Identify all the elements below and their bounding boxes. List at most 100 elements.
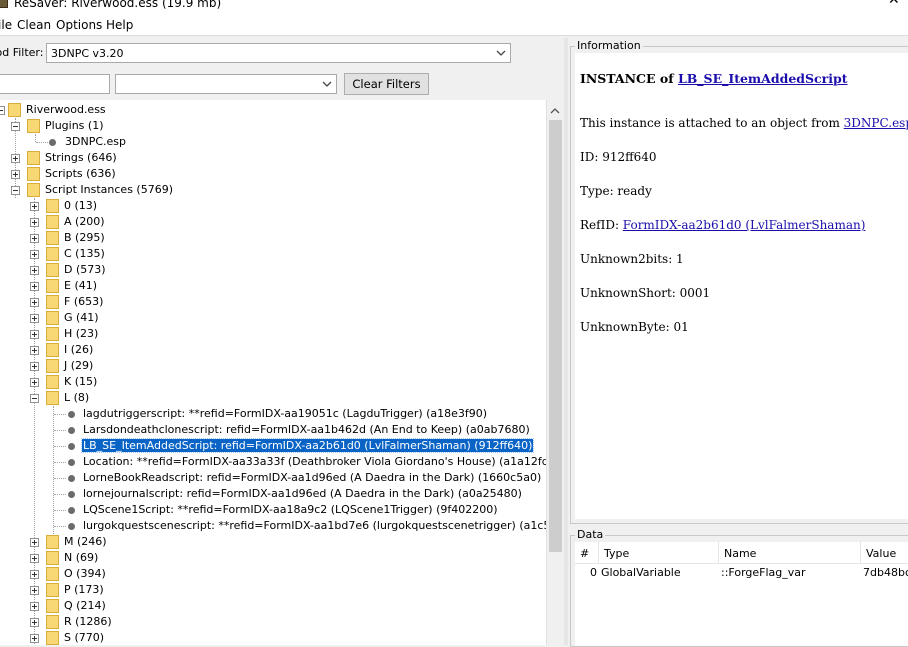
cell-index[interactable]: 0 bbox=[575, 566, 597, 582]
plugin-link[interactable]: 3DNPC.esp bbox=[844, 116, 908, 130]
information-panel: Information INSTANCE of LB_SE_ItemAddedS… bbox=[570, 39, 908, 524]
column-header-index[interactable]: # bbox=[575, 542, 599, 564]
tree-row-group[interactable]: F (653) bbox=[0, 294, 546, 310]
menu-clean[interactable]: Clean bbox=[17, 18, 51, 32]
tree-label: Larsdondeathclonescript: refid=FormIDX-a… bbox=[83, 423, 530, 436]
tree-row-group[interactable]: O (394) bbox=[0, 566, 546, 582]
tree-label: lagdutriggerscript: **refid=FormIDX-aa19… bbox=[83, 407, 488, 420]
expand-icon[interactable] bbox=[30, 330, 39, 339]
expand-icon[interactable] bbox=[30, 538, 39, 547]
expand-icon[interactable] bbox=[30, 634, 39, 643]
bullet-icon bbox=[68, 411, 75, 418]
folder-icon bbox=[27, 119, 40, 133]
tree-row-group[interactable]: B (295) bbox=[0, 230, 546, 246]
tree-row-strings[interactable]: Strings (646) bbox=[0, 150, 546, 166]
expand-icon[interactable] bbox=[30, 234, 39, 243]
collapse-icon[interactable] bbox=[11, 122, 20, 131]
search-input[interactable] bbox=[0, 74, 110, 94]
menu-file[interactable]: File bbox=[0, 18, 12, 32]
folder-icon bbox=[27, 167, 40, 181]
tree-row-group[interactable]: G (41) bbox=[0, 310, 546, 326]
tree-row-group[interactable]: P (173) bbox=[0, 582, 546, 598]
close-icon[interactable]: ✕ bbox=[888, 0, 900, 8]
title-bar: ReSaver: Riverwood.ess (19.9 mb) ✕ bbox=[0, 0, 908, 14]
expand-icon[interactable] bbox=[30, 346, 39, 355]
panel-splitter[interactable] bbox=[564, 38, 568, 645]
tree-scrollbar[interactable] bbox=[546, 100, 564, 645]
tree-row-group[interactable]: I (26) bbox=[0, 342, 546, 358]
tree-row-group[interactable]: H (23) bbox=[0, 326, 546, 342]
expand-icon[interactable] bbox=[30, 378, 39, 387]
script-link[interactable]: LB_SE_ItemAddedScript bbox=[678, 71, 848, 86]
tree-label: F (653) bbox=[64, 295, 104, 308]
tree-row-group[interactable]: N (69) bbox=[0, 550, 546, 566]
tree-row-scripts[interactable]: Scripts (636) bbox=[0, 166, 546, 182]
tree-row-group[interactable]: J (29) bbox=[0, 358, 546, 374]
tree-row-script-instance[interactable]: LQScene1Script: **refid=FormIDX-aa18a9c2… bbox=[0, 502, 546, 518]
tree-row-plugins[interactable]: Plugins (1) bbox=[0, 118, 546, 134]
mod-filter-combo[interactable]: 3DNPC v3.20 bbox=[46, 43, 511, 63]
tree-row-plugin-file[interactable]: 3DNPC.esp bbox=[0, 134, 546, 150]
cell-name[interactable]: ::ForgeFlag_var bbox=[721, 566, 861, 582]
tree-row-group[interactable]: K (15) bbox=[0, 374, 546, 390]
tree-row-group[interactable]: D (573) bbox=[0, 262, 546, 278]
expand-icon[interactable] bbox=[30, 570, 39, 579]
tree-row-script-instances[interactable]: Script Instances (5769) bbox=[0, 182, 546, 198]
expand-icon[interactable] bbox=[30, 586, 39, 595]
chevron-down-icon[interactable] bbox=[492, 44, 510, 62]
tree-row-script-instance[interactable]: LorneBookReadscript: refid=FormIDX-aa1d9… bbox=[0, 470, 546, 486]
tree-row-script-instance[interactable]: lornejournalscript: refid=FormIDX-aa1d96… bbox=[0, 486, 546, 502]
cell-value[interactable]: 7db48bc0 bbox=[863, 566, 908, 582]
tree-row-group-l[interactable]: L (8) bbox=[0, 390, 546, 406]
tree-row-group[interactable]: 0 (13) bbox=[0, 198, 546, 214]
tree-row-group[interactable]: R (1286) bbox=[0, 614, 546, 630]
expand-icon[interactable] bbox=[30, 362, 39, 371]
expand-icon[interactable] bbox=[30, 250, 39, 259]
column-header-value[interactable]: Value bbox=[861, 542, 908, 564]
save-tree[interactable]: Riverwood.ess Plugins (1) 3DNPC.esp Stri… bbox=[0, 100, 546, 645]
collapse-icon[interactable] bbox=[30, 394, 39, 403]
collapse-icon[interactable] bbox=[11, 186, 20, 195]
expand-icon[interactable] bbox=[11, 154, 20, 163]
folder-icon bbox=[46, 631, 59, 645]
tree-row-script-instance[interactable]: Larsdondeathclonescript: refid=FormIDX-a… bbox=[0, 422, 546, 438]
tree-row-script-instance[interactable]: lurgokquestscenescript: **refid=FormIDX-… bbox=[0, 518, 546, 534]
tree-row-group[interactable]: A (200) bbox=[0, 214, 546, 230]
tree-row-group[interactable]: M (246) bbox=[0, 534, 546, 550]
tree-row-group[interactable]: S (770) bbox=[0, 630, 546, 645]
expand-icon[interactable] bbox=[30, 618, 39, 627]
menu-options[interactable]: Options bbox=[56, 18, 102, 32]
tree-row-group[interactable]: E (41) bbox=[0, 278, 546, 294]
bullet-icon bbox=[68, 475, 75, 482]
expand-icon[interactable] bbox=[30, 602, 39, 611]
scroll-up-icon[interactable] bbox=[550, 104, 560, 117]
menu-help[interactable]: Help bbox=[106, 18, 133, 32]
data-title: Data bbox=[575, 528, 606, 541]
bullet-icon bbox=[68, 491, 75, 498]
expand-icon[interactable] bbox=[30, 218, 39, 227]
expand-icon[interactable] bbox=[11, 170, 20, 179]
tree-row-root[interactable]: Riverwood.ess bbox=[0, 102, 546, 118]
clear-filters-button[interactable]: Clear Filters bbox=[344, 73, 429, 95]
cell-type[interactable]: GlobalVariable bbox=[601, 566, 717, 582]
collapse-icon[interactable] bbox=[0, 106, 5, 115]
tree-row-group[interactable]: C (135) bbox=[0, 246, 546, 262]
expand-icon[interactable] bbox=[30, 266, 39, 275]
expand-icon[interactable] bbox=[30, 282, 39, 291]
chevron-down-icon[interactable] bbox=[318, 75, 336, 93]
expand-icon[interactable] bbox=[30, 298, 39, 307]
tree-row-script-instance[interactable]: Location: **refid=FormIDX-aa33a33f (Deat… bbox=[0, 454, 546, 470]
folder-icon bbox=[27, 151, 40, 165]
expand-icon[interactable] bbox=[30, 314, 39, 323]
expand-icon[interactable] bbox=[30, 202, 39, 211]
column-header-type[interactable]: Type bbox=[599, 542, 719, 564]
tree-row-script-instance-selected[interactable]: LB_SE_ItemAddedScript: refid=FormIDX-aa2… bbox=[0, 438, 546, 454]
tree-row-group[interactable]: Q (214) bbox=[0, 598, 546, 614]
expand-icon[interactable] bbox=[30, 554, 39, 563]
tree-row-script-instance[interactable]: lagdutriggerscript: **refid=FormIDX-aa19… bbox=[0, 406, 546, 422]
column-header-name[interactable]: Name bbox=[719, 542, 861, 564]
secondary-filter-combo[interactable] bbox=[115, 74, 337, 94]
refid-link[interactable]: FormIDX-aa2b61d0 (LvlFalmerShaman) bbox=[623, 218, 866, 232]
tree-label: B (295) bbox=[64, 231, 105, 244]
scrollbar-thumb[interactable] bbox=[549, 120, 562, 552]
